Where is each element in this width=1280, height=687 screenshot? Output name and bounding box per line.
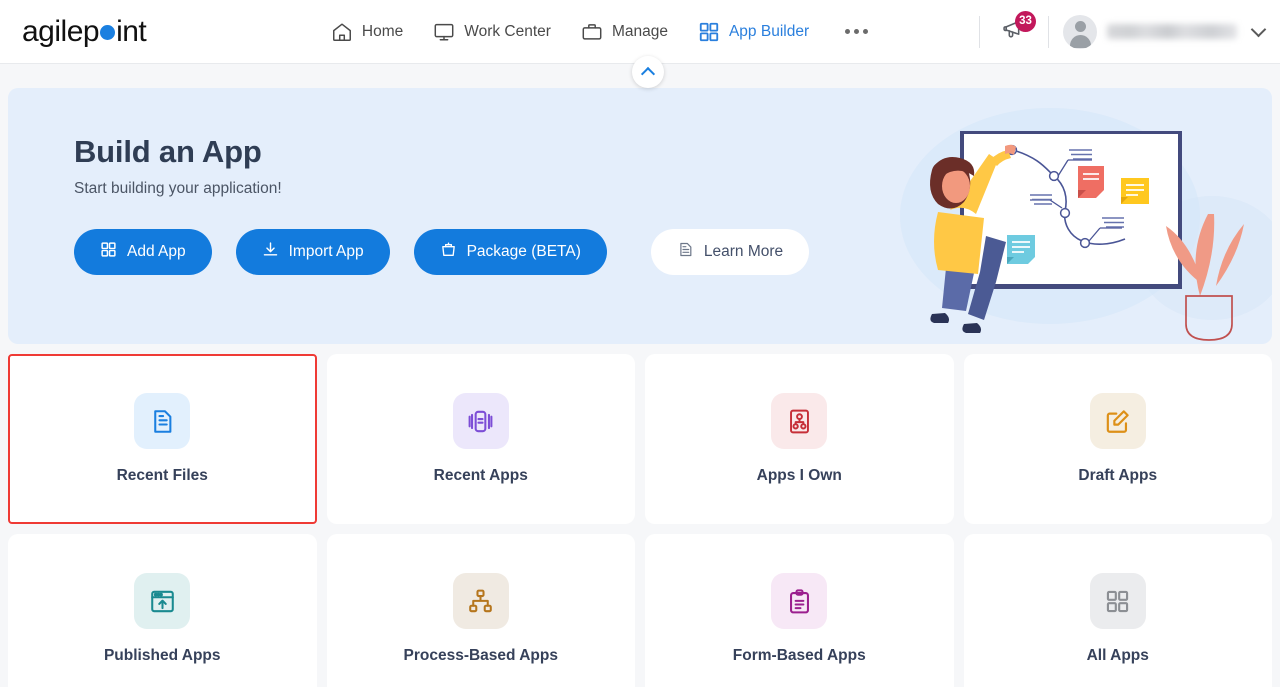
edit-square-icon — [1089, 393, 1146, 449]
tile-all-apps[interactable]: All Apps — [963, 534, 1272, 687]
file-lines-icon — [134, 393, 191, 449]
header-divider-1 — [979, 15, 980, 48]
tile-label: Draft Apps — [1078, 467, 1158, 484]
tile-label: Recent Apps — [433, 467, 528, 484]
logo-dot-icon — [100, 24, 116, 40]
user-profile-menu[interactable] — [1063, 14, 1267, 49]
tile-form-based-apps[interactable]: Form-Based Apps — [645, 534, 954, 687]
tile-draft-apps[interactable]: Draft Apps — [963, 354, 1272, 524]
nav-label-home: Home — [361, 22, 404, 40]
chevron-down-icon[interactable] — [1250, 21, 1267, 38]
learn-more-button[interactable]: Learn More — [650, 229, 810, 275]
app-header: agilep int Home Work Center Manage App B… — [0, 0, 1280, 64]
tile-apps-i-own[interactable]: Apps I Own — [645, 354, 954, 524]
app-category-tiles: Recent Files Recent Apps Apps I Own Draf… — [8, 344, 1272, 687]
briefcase-icon — [581, 21, 603, 43]
package-icon — [440, 241, 457, 263]
main-navigation: Home Work Center Manage App Builder — [240, 21, 965, 43]
package-beta-label: Package (BETA) — [466, 243, 581, 260]
tile-label: Process-Based Apps — [403, 647, 559, 664]
add-app-button[interactable]: Add App — [74, 229, 212, 275]
announcements-button[interactable]: 33 — [994, 10, 1036, 52]
agilepoint-logo[interactable]: agilep int — [0, 15, 240, 49]
import-app-label: Import App — [288, 243, 364, 260]
header-right-cluster: 33 — [965, 10, 1280, 52]
grid-icon — [698, 21, 720, 43]
learn-more-label: Learn More — [703, 243, 784, 260]
tile-label: Recent Files — [116, 467, 208, 484]
build-an-app-banner: Build an App Start building your applica… — [8, 88, 1272, 344]
download-icon — [262, 241, 279, 263]
grid-squares-icon — [1089, 573, 1146, 629]
tile-label: Apps I Own — [756, 467, 842, 484]
nav-label-manage: Manage — [611, 22, 668, 40]
chevron-up-icon — [640, 66, 656, 82]
user-name-redacted — [1107, 24, 1237, 39]
logo-text-before: agilep — [22, 14, 100, 48]
banner-title: Build an App — [74, 134, 262, 169]
banner-collapse-toggle[interactable] — [632, 56, 664, 88]
document-icon — [677, 241, 694, 263]
nav-item-app-builder[interactable]: App Builder — [698, 21, 809, 43]
home-icon — [331, 21, 353, 43]
nav-label-app-builder: App Builder — [728, 22, 810, 40]
package-beta-button[interactable]: Package (BETA) — [413, 229, 607, 275]
browser-upload-icon — [134, 573, 191, 629]
banner-content: Build an App Start building your applica… — [8, 88, 1272, 275]
nav-label-work-center: Work Center — [464, 22, 551, 40]
announcement-badge: 33 — [1015, 10, 1036, 32]
dot-2 — [854, 29, 860, 34]
tile-label: Published Apps — [103, 647, 221, 664]
tile-process-based-apps[interactable]: Process-Based Apps — [326, 534, 635, 687]
tile-recent-apps[interactable]: Recent Apps — [326, 354, 635, 524]
owner-card-icon — [771, 393, 828, 449]
nav-item-work-center[interactable]: Work Center — [433, 21, 551, 43]
add-app-label: Add App — [127, 243, 186, 260]
tile-label: Form-Based Apps — [732, 647, 866, 664]
dot-3 — [863, 29, 869, 34]
dot-1 — [845, 29, 851, 34]
banner-subtitle: Start building your application! — [74, 180, 282, 197]
nav-item-home[interactable]: Home — [331, 21, 403, 43]
logo-text: agilep int — [22, 14, 147, 49]
tile-published-apps[interactable]: Published Apps — [8, 534, 317, 687]
nav-item-manage[interactable]: Manage — [581, 21, 668, 43]
banner-action-buttons: Add App Import App Package (BETA) Learn … — [74, 229, 1272, 275]
monitor-icon — [433, 21, 455, 43]
import-app-button[interactable]: Import App — [235, 229, 390, 275]
logo-text-after: int — [116, 14, 147, 48]
nav-overflow-menu-icon[interactable] — [839, 29, 874, 34]
hierarchy-icon — [452, 573, 509, 629]
app-brackets-icon — [452, 393, 509, 449]
avatar — [1063, 14, 1097, 49]
header-divider-2 — [1048, 15, 1049, 48]
tile-label: All Apps — [1086, 647, 1149, 664]
grid-icon — [100, 241, 117, 263]
clipboard-icon — [771, 573, 828, 629]
tile-recent-files[interactable]: Recent Files — [8, 354, 317, 524]
